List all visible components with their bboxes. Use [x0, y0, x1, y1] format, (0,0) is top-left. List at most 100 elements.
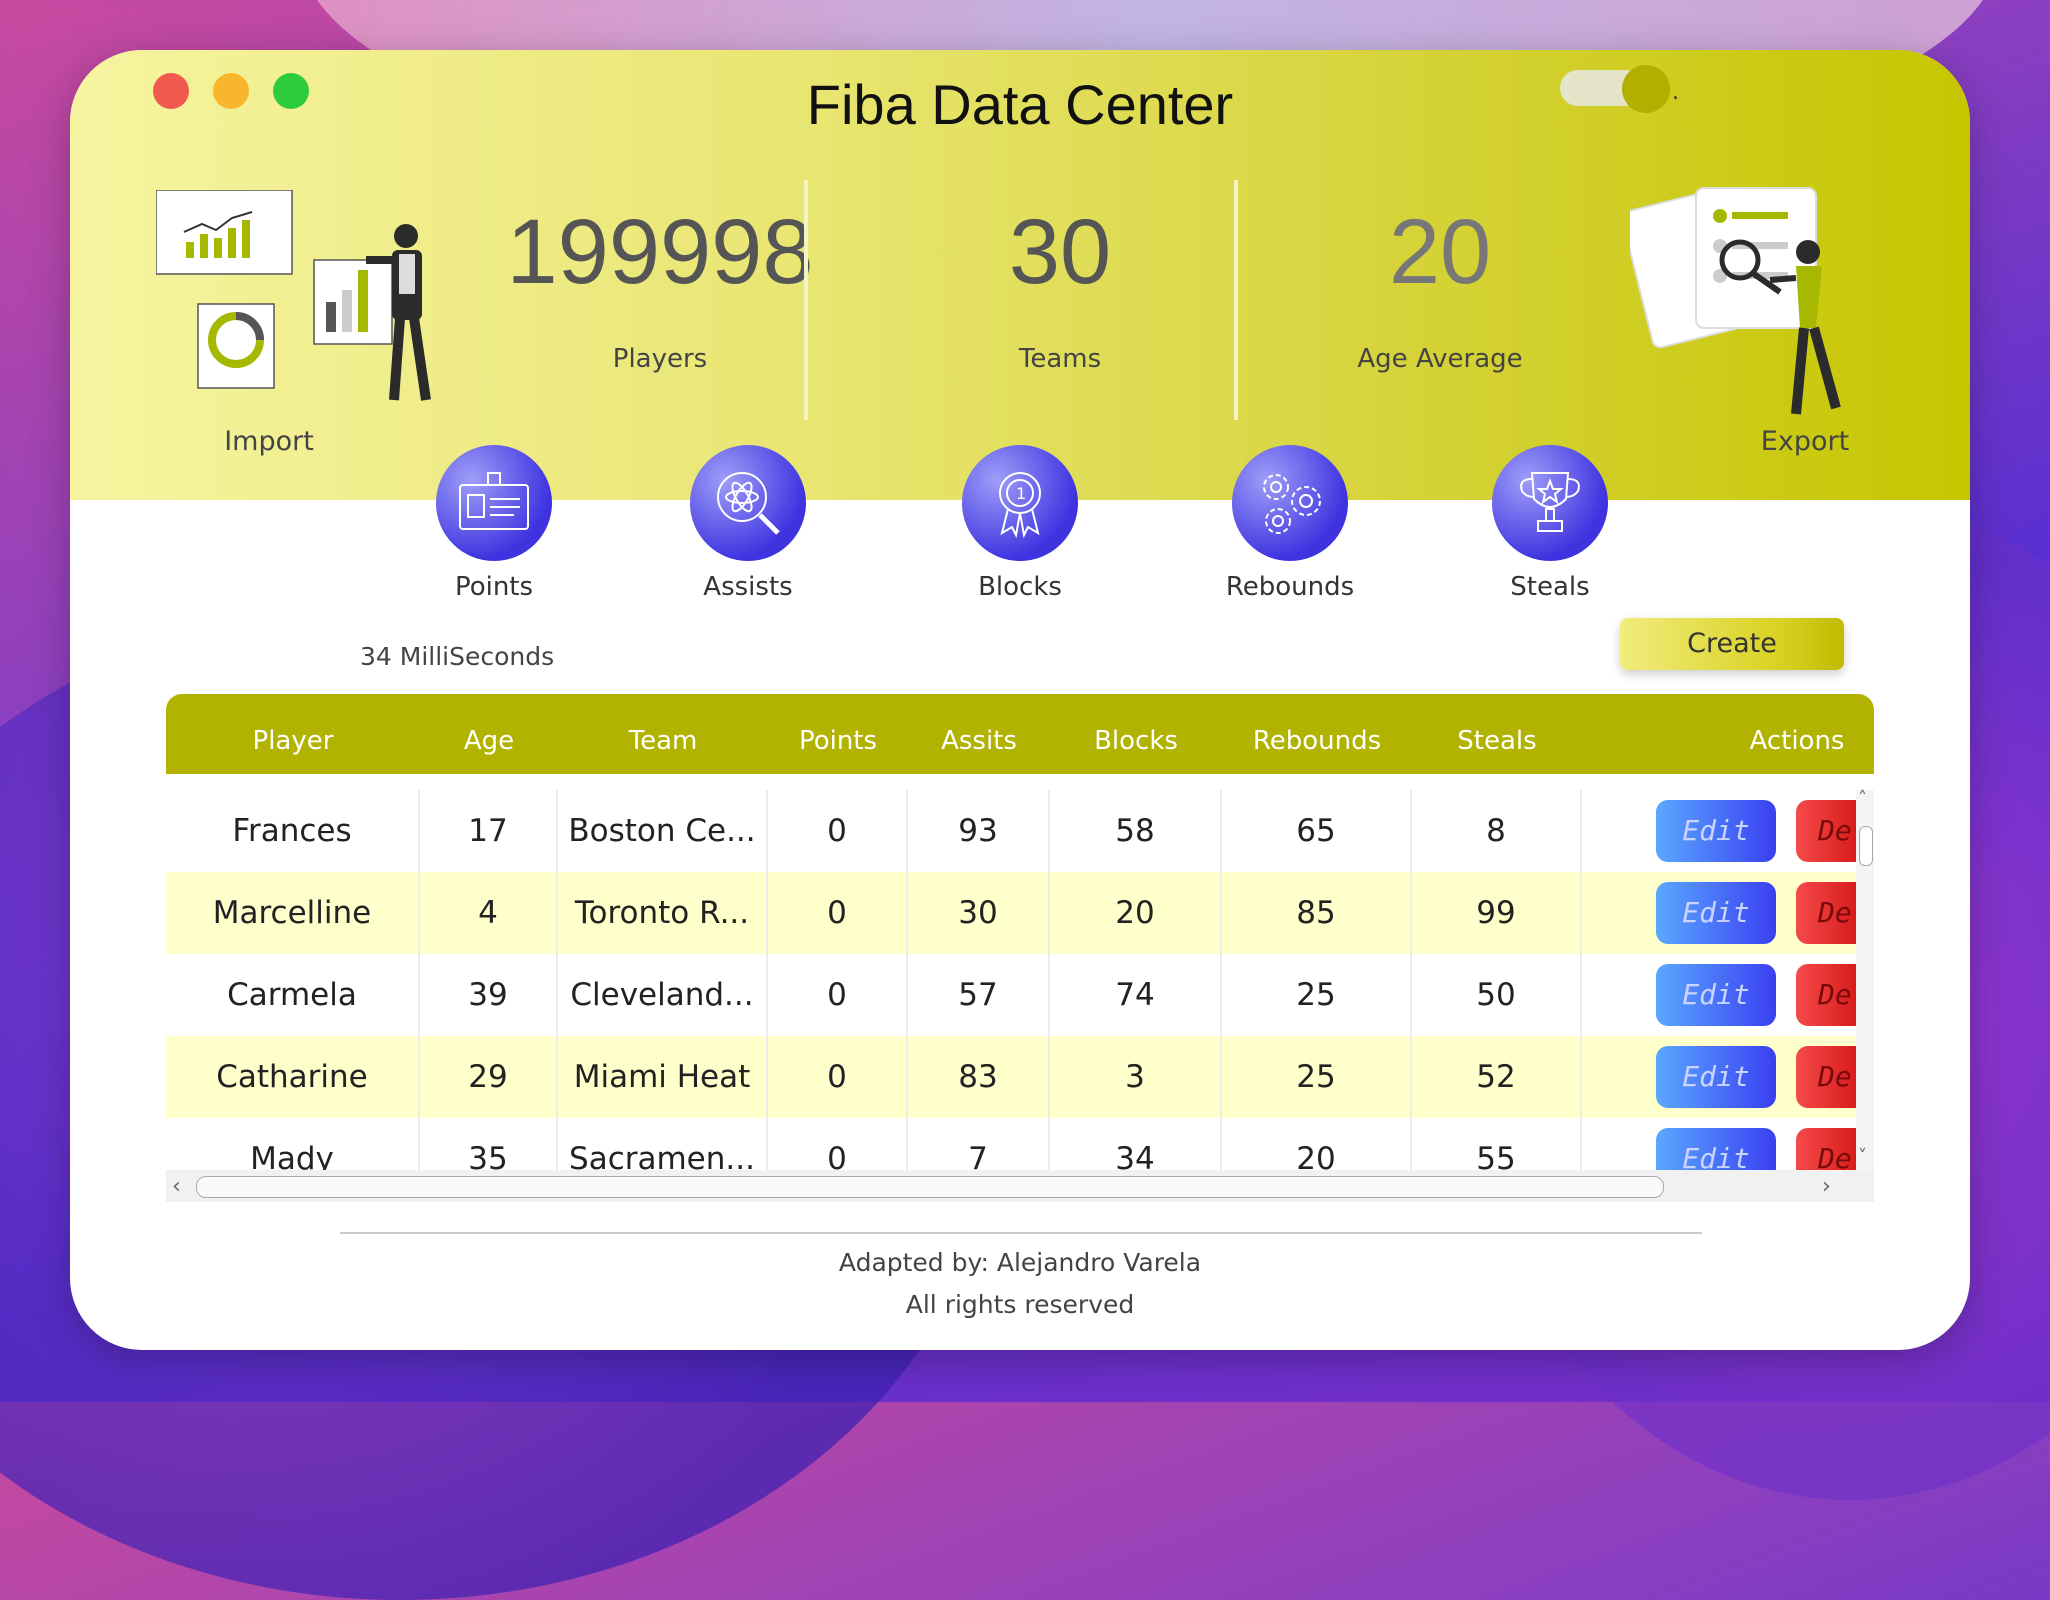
import-illustration-icon[interactable] [156, 190, 456, 460]
steals-cell: 55 [1412, 1118, 1582, 1170]
steals-category-button[interactable] [1492, 445, 1608, 561]
scroll-right-arrow-icon[interactable]: › [1822, 1174, 1831, 1199]
rebounds-category-label: Rebounds [1225, 572, 1355, 602]
table-row[interactable]: Mady 35 Sacramen... 0 7 34 20 55 Edit De [166, 1118, 1856, 1170]
svg-text:1: 1 [1016, 484, 1026, 503]
blocks-cell: 34 [1050, 1118, 1222, 1170]
rebounds-cell: 65 [1222, 790, 1412, 872]
players-label: Players [612, 344, 708, 374]
steals-cell: 8 [1412, 790, 1582, 872]
edit-button[interactable]: Edit [1656, 1128, 1776, 1170]
assists-cell: 7 [908, 1118, 1050, 1170]
steals-cell: 52 [1412, 1036, 1582, 1118]
assists-category-button[interactable] [690, 445, 806, 561]
edit-button[interactable]: Edit [1656, 800, 1776, 862]
gears-icon [1263, 474, 1321, 534]
delete-button[interactable]: De [1796, 882, 1856, 944]
age-average-label: Age Average [1357, 344, 1523, 374]
players-count: 199998 [506, 201, 814, 303]
vertical-scroll-thumb[interactable] [1859, 826, 1873, 866]
create-button[interactable]: Create [1620, 618, 1844, 670]
assists-cell: 57 [908, 954, 1050, 1036]
column-header-assists[interactable]: Assits [908, 726, 1050, 756]
blocks-cell: 74 [1050, 954, 1222, 1036]
column-header-team[interactable]: Team [558, 726, 768, 756]
assists-category-label: Assists [703, 572, 793, 602]
toggle-dot: . [1672, 80, 1679, 105]
table-row[interactable]: Marcelline 4 Toronto R... 0 30 20 85 99 … [166, 872, 1856, 954]
points-cell: 0 [768, 790, 908, 872]
column-header-steals[interactable]: Steals [1412, 726, 1582, 756]
scroll-down-arrow-icon[interactable]: ˅ [1858, 1146, 1867, 1167]
delete-button[interactable]: De [1796, 800, 1856, 862]
edit-button[interactable]: Edit [1656, 964, 1776, 1026]
blocks-cell: 20 [1050, 872, 1222, 954]
delete-button[interactable]: De [1796, 1128, 1856, 1170]
rebounds-cell: 25 [1222, 954, 1412, 1036]
rebounds-category-button[interactable] [1232, 445, 1348, 561]
team-cell: Cleveland... [558, 954, 768, 1036]
player-cell: Mady [166, 1118, 420, 1170]
assists-cell: 93 [908, 790, 1050, 872]
scroll-up-arrow-icon[interactable]: ˄ [1858, 788, 1867, 809]
column-header-age[interactable]: Age [420, 726, 558, 756]
age-cell: 4 [420, 872, 558, 954]
column-header-blocks[interactable]: Blocks [1050, 726, 1222, 756]
team-cell: Miami Heat [558, 1036, 768, 1118]
export-label: Export [1760, 426, 1850, 457]
rebounds-cell: 25 [1222, 1036, 1412, 1118]
teams-count: 30 [1008, 201, 1112, 303]
scroll-left-arrow-icon[interactable]: ‹ [172, 1174, 181, 1199]
table-row[interactable]: Carmela 39 Cleveland... 0 57 74 25 50 Ed… [166, 954, 1856, 1036]
table-header: Player Age Team Points Assits Blocks Reb… [166, 694, 1874, 774]
table-row[interactable]: Frances 17 Boston Ce... 0 93 58 65 8 Edi… [166, 790, 1856, 872]
steals-cell: 99 [1412, 872, 1582, 954]
edit-button[interactable]: Edit [1656, 882, 1776, 944]
magnifier-atom-icon [717, 472, 780, 535]
delete-button[interactable]: De [1796, 1046, 1856, 1108]
blocks-cell: 3 [1050, 1036, 1222, 1118]
edit-button[interactable]: Edit [1656, 1046, 1776, 1108]
query-time-label: 34 MilliSeconds [360, 642, 555, 671]
age-cell: 35 [420, 1118, 558, 1170]
theme-toggle-knob[interactable] [1622, 65, 1670, 113]
medal-icon: 1 [999, 472, 1041, 539]
delete-button[interactable]: De [1796, 964, 1856, 1026]
steals-cell: 50 [1412, 954, 1582, 1036]
steals-category-label: Steals [1510, 572, 1590, 602]
assists-cell: 83 [908, 1036, 1050, 1118]
table-row[interactable]: Catharine 29 Miami Heat 0 83 3 25 52 Edi… [166, 1036, 1856, 1118]
team-cell: Toronto R... [558, 872, 768, 954]
points-cell: 0 [768, 1118, 908, 1170]
player-cell: Marcelline [166, 872, 420, 954]
column-header-player[interactable]: Player [166, 726, 420, 756]
rebounds-cell: 20 [1222, 1118, 1412, 1170]
rebounds-cell: 85 [1222, 872, 1412, 954]
team-cell: Boston Ce... [558, 790, 768, 872]
team-cell: Sacramen... [558, 1118, 768, 1170]
footer-divider [340, 1232, 1702, 1234]
players-table: Player Age Team Points Assits Blocks Reb… [166, 694, 1874, 1202]
export-illustration-icon[interactable] [1630, 168, 1870, 468]
age-cell: 39 [420, 954, 558, 1036]
age-cell: 17 [420, 790, 558, 872]
footer-rights: All rights reserved [905, 1290, 1135, 1319]
import-label: Import [224, 426, 314, 457]
stat-divider [804, 180, 808, 420]
app-title: Fiba Data Center [806, 73, 1234, 136]
points-category-button[interactable] [436, 445, 552, 561]
player-cell: Frances [166, 790, 420, 872]
age-average-value: 20 [1388, 201, 1492, 303]
points-cell: 0 [768, 1036, 908, 1118]
age-cell: 29 [420, 1036, 558, 1118]
horizontal-scroll-thumb[interactable] [196, 1176, 1664, 1198]
column-header-rebounds[interactable]: Rebounds [1222, 726, 1412, 756]
player-cell: Catharine [166, 1036, 420, 1118]
column-header-points[interactable]: Points [768, 726, 908, 756]
column-header-actions: Actions [1749, 726, 1845, 756]
points-cell: 0 [768, 872, 908, 954]
footer-credit: Adapted by: Alejandro Varela [838, 1248, 1202, 1277]
blocks-category-button[interactable]: 1 [962, 445, 1078, 561]
stat-divider [1234, 180, 1238, 420]
table-body: Frances 17 Boston Ce... 0 93 58 65 8 Edi… [166, 790, 1874, 1170]
